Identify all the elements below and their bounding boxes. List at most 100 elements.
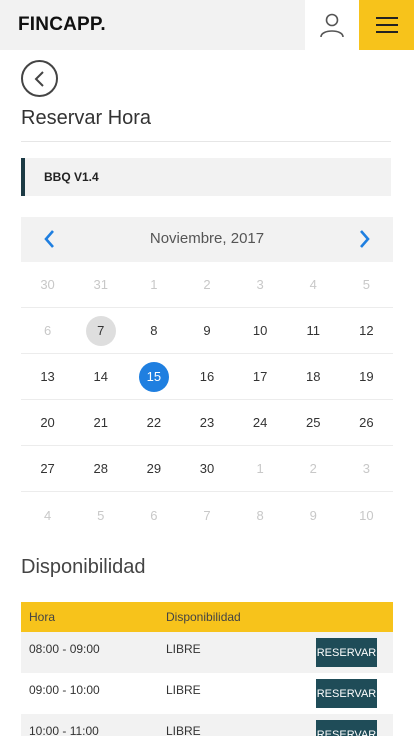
calendar-day-number: 18 bbox=[306, 369, 321, 384]
calendar-day[interactable]: 10 bbox=[340, 492, 393, 538]
calendar-header: Noviembre, 2017 bbox=[21, 217, 393, 262]
calendar-day[interactable]: 12 bbox=[340, 308, 393, 353]
slot-hour: 08:00 - 09:00 bbox=[29, 642, 100, 656]
calendar-day-number: 3 bbox=[256, 277, 264, 292]
calendar-day-number: 13 bbox=[40, 369, 55, 384]
calendar-day[interactable]: 22 bbox=[127, 400, 180, 445]
calendar-day-number: 8 bbox=[150, 323, 158, 338]
calendar-day-today[interactable]: 7 bbox=[74, 308, 127, 353]
calendar-day-number: 9 bbox=[203, 323, 211, 338]
calendar-day[interactable]: 9 bbox=[287, 492, 340, 538]
calendar-day[interactable]: 25 bbox=[287, 400, 340, 445]
slot-status: LIBRE bbox=[166, 642, 201, 656]
calendar-day-number: 15 bbox=[138, 361, 169, 392]
calendar-grid: 30 31 1 2 3 4 5 6 7 8 9 10 11 12 13 14 15 16 17 18 19 20 21 22 2… bbox=[21, 262, 393, 538]
calendar-day-number: 9 bbox=[309, 507, 317, 523]
calendar-day-number: 28 bbox=[93, 461, 108, 476]
column-header-status: Disponibilidad bbox=[166, 610, 241, 624]
calendar-day[interactable]: 6 bbox=[127, 492, 180, 538]
calendar-day-number: 21 bbox=[93, 415, 108, 430]
calendar-day[interactable]: 4 bbox=[287, 262, 340, 307]
calendar-day[interactable]: 26 bbox=[340, 400, 393, 445]
calendar-day-number: 29 bbox=[146, 461, 162, 476]
reserve-button[interactable]: RESERVAR bbox=[316, 638, 377, 667]
calendar-day-number: 10 bbox=[359, 507, 374, 523]
calendar-day-number: 14 bbox=[93, 369, 108, 384]
back-button[interactable] bbox=[21, 60, 58, 97]
calendar-day[interactable]: 5 bbox=[74, 492, 127, 538]
calendar-day[interactable]: 29 bbox=[127, 446, 180, 491]
calendar-day-number: 6 bbox=[43, 323, 52, 338]
calendar-day[interactable]: 23 bbox=[180, 400, 233, 445]
calendar-day-number: 31 bbox=[93, 277, 108, 292]
calendar-day[interactable]: 9 bbox=[180, 308, 233, 353]
calendar-day-number: 22 bbox=[146, 415, 162, 430]
calendar-day-number: 27 bbox=[40, 461, 55, 476]
calendar-day[interactable]: 21 bbox=[74, 400, 127, 445]
slot-hour: 09:00 - 10:00 bbox=[29, 683, 100, 697]
calendar-day[interactable]: 28 bbox=[74, 446, 127, 491]
calendar-day[interactable]: 3 bbox=[340, 446, 393, 491]
reserve-button[interactable]: RESERVAR bbox=[316, 679, 377, 708]
calendar-day-number: 20 bbox=[40, 415, 55, 430]
availability-title: Disponibilidad bbox=[21, 556, 146, 578]
calendar-day[interactable]: 4 bbox=[21, 492, 74, 538]
calendar-day-number: 16 bbox=[199, 369, 215, 384]
app-header: FINCAPP. bbox=[0, 0, 414, 50]
calendar-day-number: 25 bbox=[306, 415, 321, 430]
calendar-day-number: 8 bbox=[256, 507, 264, 523]
calendar-day[interactable]: 2 bbox=[287, 446, 340, 491]
calendar-day[interactable]: 31 bbox=[74, 262, 127, 307]
calendar-day-number: 6 bbox=[150, 507, 158, 523]
calendar-day[interactable]: 19 bbox=[340, 354, 393, 399]
calendar-day-number: 10 bbox=[252, 323, 268, 338]
calendar-day[interactable]: 10 bbox=[234, 308, 287, 353]
calendar-day[interactable]: 7 bbox=[180, 492, 233, 538]
calendar-week-row: 20 21 22 23 24 25 26 bbox=[21, 400, 393, 446]
calendar-day[interactable]: 24 bbox=[234, 400, 287, 445]
calendar-day[interactable]: 20 bbox=[21, 400, 74, 445]
calendar-day[interactable]: 8 bbox=[127, 308, 180, 353]
calendar-week-row: 4 5 6 7 8 9 10 bbox=[21, 492, 393, 538]
slot-status: LIBRE bbox=[166, 683, 201, 697]
calendar-day[interactable]: 8 bbox=[234, 492, 287, 538]
calendar-day-number: 19 bbox=[359, 369, 374, 384]
calendar-day[interactable]: 11 bbox=[287, 308, 340, 353]
calendar: Noviembre, 2017 30 31 1 2 3 4 5 6 7 8 9 10 11 12 13 14 1… bbox=[21, 217, 393, 538]
calendar-day[interactable]: 14 bbox=[74, 354, 127, 399]
calendar-day-number: 1 bbox=[256, 461, 264, 476]
calendar-day-number: 23 bbox=[199, 415, 215, 430]
calendar-day[interactable]: 1 bbox=[234, 446, 287, 491]
calendar-month-label: Noviembre, 2017 bbox=[149, 230, 265, 247]
calendar-day-number: 2 bbox=[309, 461, 317, 476]
calendar-day[interactable]: 2 bbox=[180, 262, 233, 307]
calendar-day-number: 17 bbox=[252, 369, 268, 384]
calendar-week-row: 13 14 15 16 17 18 19 bbox=[21, 354, 393, 400]
calendar-day[interactable]: 1 bbox=[127, 262, 180, 307]
hamburger-menu-icon bbox=[375, 17, 398, 33]
calendar-day-number: 5 bbox=[362, 277, 371, 292]
slot-status: LIBRE bbox=[166, 724, 201, 736]
calendar-day[interactable]: 17 bbox=[234, 354, 287, 399]
calendar-day[interactable]: 5 bbox=[340, 262, 393, 307]
calendar-day-number: 3 bbox=[362, 461, 371, 476]
calendar-day[interactable]: 30 bbox=[180, 446, 233, 491]
menu-button[interactable] bbox=[359, 0, 414, 50]
calendar-day[interactable]: 16 bbox=[180, 354, 233, 399]
calendar-day-number: 24 bbox=[252, 415, 268, 430]
calendar-day[interactable]: 30 bbox=[21, 262, 74, 307]
next-month-button[interactable] bbox=[353, 228, 375, 250]
user-button[interactable] bbox=[305, 0, 359, 50]
calendar-day[interactable]: 6 bbox=[21, 308, 74, 353]
calendar-day-number: 7 bbox=[203, 507, 211, 523]
reserve-button[interactable]: RESERVAR bbox=[316, 720, 377, 736]
calendar-day[interactable]: 18 bbox=[287, 354, 340, 399]
calendar-day[interactable]: 13 bbox=[21, 354, 74, 399]
calendar-day[interactable]: 27 bbox=[21, 446, 74, 491]
calendar-day[interactable]: 3 bbox=[234, 262, 287, 307]
selected-item-label: BBQ V1.4 bbox=[44, 170, 99, 184]
calendar-day-number: 12 bbox=[359, 323, 374, 338]
brand-logo: FINCAPP. bbox=[18, 14, 106, 35]
availability-table: Hora Disponibilidad 08:00 - 09:00 LIBRE RE… bbox=[21, 602, 393, 736]
calendar-day-selected[interactable]: 15 bbox=[127, 354, 180, 399]
